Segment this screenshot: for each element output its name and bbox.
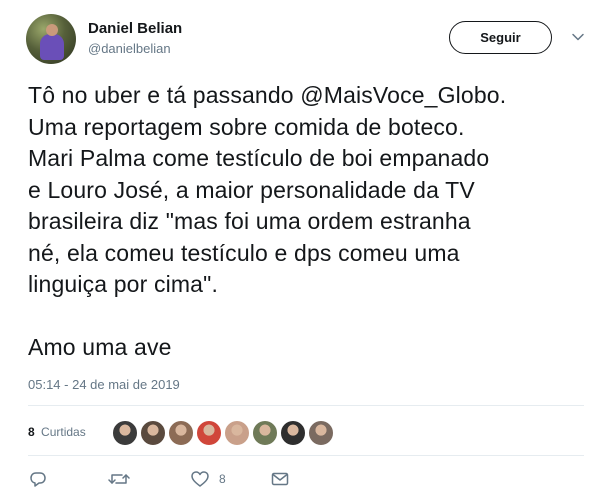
avatar-head xyxy=(46,24,58,36)
retweet-button[interactable] xyxy=(108,469,130,489)
liker-avatar[interactable] xyxy=(140,420,166,446)
tweet-card: Daniel Belian @danielbelian Seguir Tô no… xyxy=(0,0,612,503)
follow-button[interactable]: Seguir xyxy=(449,21,552,54)
liker-avatar[interactable] xyxy=(280,420,306,446)
liker-avatar[interactable] xyxy=(112,420,138,446)
message-button[interactable] xyxy=(270,469,290,489)
reply-icon xyxy=(28,469,48,489)
avatar-figure xyxy=(40,34,64,60)
tweet-actions: 8 xyxy=(0,469,612,491)
reply-button[interactable] xyxy=(28,469,48,489)
liker-avatar[interactable] xyxy=(168,420,194,446)
likes-count: 8 xyxy=(28,425,35,439)
author-screen-name[interactable]: @danielbelian xyxy=(88,41,171,56)
avatar[interactable] xyxy=(26,14,76,64)
liker-avatar[interactable] xyxy=(308,420,334,446)
like-button[interactable]: 8 xyxy=(190,469,226,489)
divider xyxy=(28,455,584,456)
retweet-icon xyxy=(108,469,130,489)
tweet-text: Tô no uber e tá passando @MaisVoce_Globo… xyxy=(28,82,507,360)
likes-stat[interactable]: 8 Curtidas xyxy=(28,425,86,439)
chevron-down-icon[interactable] xyxy=(571,30,585,44)
liker-avatar[interactable] xyxy=(224,420,250,446)
liker-avatars xyxy=(112,420,336,446)
liker-avatar[interactable] xyxy=(196,420,222,446)
envelope-icon xyxy=(270,469,290,489)
like-count: 8 xyxy=(219,472,226,486)
divider xyxy=(28,405,584,406)
heart-icon xyxy=(190,469,210,489)
author-display-name[interactable]: Daniel Belian xyxy=(88,20,182,37)
liker-avatar[interactable] xyxy=(252,420,278,446)
tweet-timestamp[interactable]: 05:14 - 24 de mai de 2019 xyxy=(28,377,180,392)
likes-label: Curtidas xyxy=(41,425,86,439)
